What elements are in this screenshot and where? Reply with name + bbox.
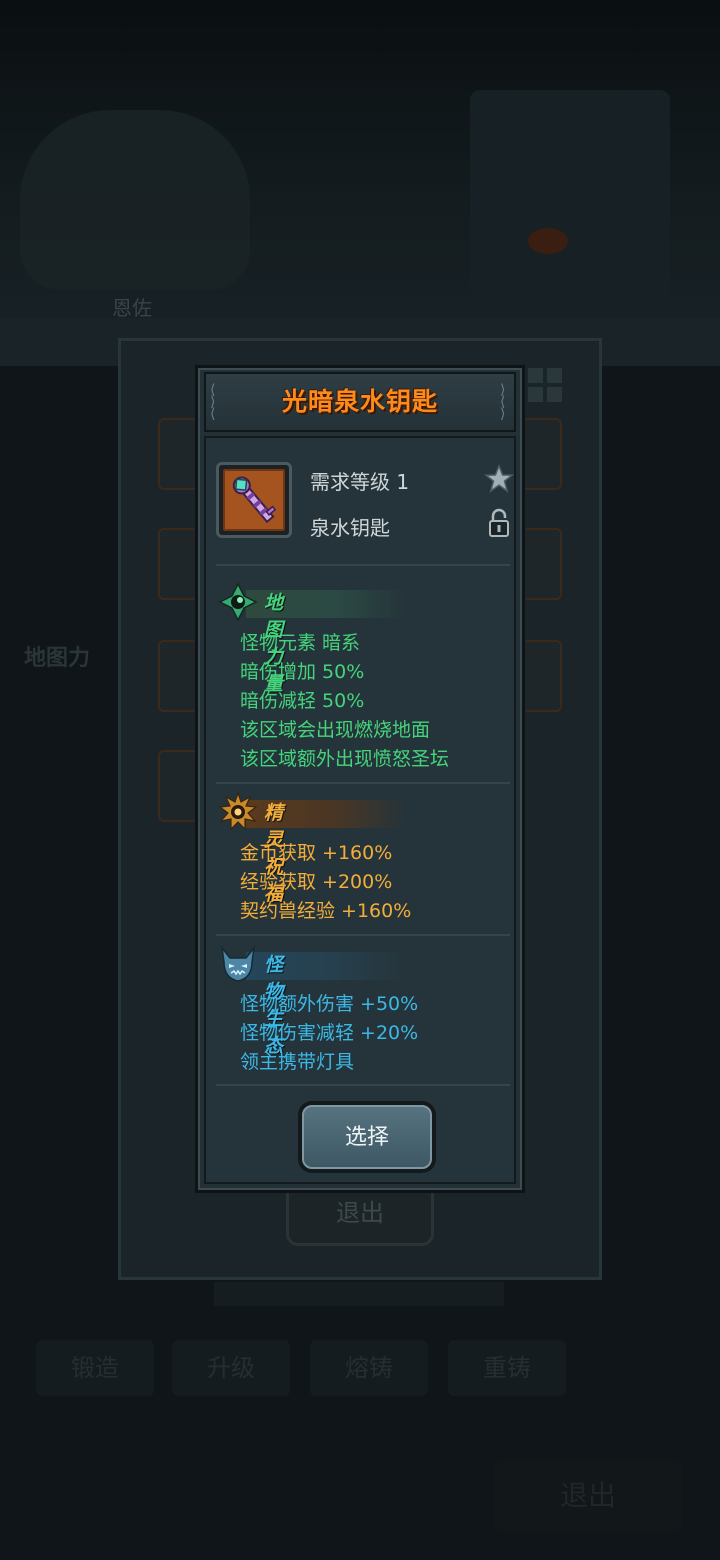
- background-tab: 锻造: [36, 1340, 154, 1396]
- fountain-key-icon: [232, 476, 277, 524]
- key-slot: [522, 640, 562, 712]
- background-tab: 重铸: [448, 1340, 566, 1396]
- divider: [216, 934, 510, 936]
- divider: [216, 564, 510, 566]
- grid-icon: [528, 368, 562, 402]
- stat-line: 暗伤增加 50%: [240, 661, 365, 683]
- key-slot: [158, 418, 198, 490]
- stat-line: 金币获取 +160%: [240, 842, 393, 864]
- key-slot: [158, 640, 198, 712]
- key-slot: [158, 528, 198, 600]
- map-power-icon: [218, 582, 258, 622]
- select-button[interactable]: 选择: [298, 1101, 436, 1173]
- divider: [216, 782, 510, 784]
- stat-line: 该区域额外出现愤怒圣坛: [240, 748, 450, 770]
- stat-line: 怪物额外伤害 +50%: [240, 993, 419, 1015]
- background-tab: 熔铸: [310, 1340, 428, 1396]
- demon-head-icon: [220, 945, 256, 982]
- dialog-body: 需求等级 1 泉水钥匙 地图力量 怪物元素 暗系 暗伤增加 50% 暗伤减轻 5…: [204, 436, 516, 1184]
- dialog-title: 光暗泉水钥匙: [281, 387, 438, 416]
- spirit-blessing-icon: [218, 792, 258, 831]
- stat-line: 该区域会出现燃烧地面: [240, 719, 431, 741]
- background-bottom-exit-button: 退出: [494, 1460, 682, 1532]
- stat-line: 经验获取 +200%: [240, 871, 393, 893]
- background-map-label: 地图力: [24, 646, 91, 671]
- background-bar: [214, 1282, 504, 1306]
- required-level: 需求等级 1: [310, 470, 410, 494]
- key-detail-dialog: ⟨ ⟩ ⟨ ⟩ ⟨ ⟩ 光暗泉水钥匙 需求等级 1 泉水钥匙 地图力量 怪物元素…: [195, 365, 525, 1193]
- item-icon-background: [223, 469, 285, 531]
- padlock-open-icon[interactable]: [488, 508, 510, 538]
- dialog-header: ⟨ ⟩ ⟨ ⟩ ⟨ ⟩ 光暗泉水钥匙: [204, 372, 516, 432]
- stat-line: 怪物元素 暗系: [240, 632, 361, 654]
- stat-line: 暗伤减轻 50%: [240, 690, 365, 712]
- npc-name: 恩佐: [112, 296, 152, 320]
- key-slot: [158, 750, 198, 822]
- key-slot: [522, 528, 562, 600]
- select-button-label[interactable]: 选择: [302, 1105, 432, 1169]
- item-icon-frame: [216, 462, 292, 538]
- background-scene: 恩佐: [0, 0, 720, 340]
- forge-fire: [528, 228, 568, 254]
- background-tab: 升级: [172, 1340, 290, 1396]
- star-icon[interactable]: [484, 464, 514, 494]
- key-slot: [522, 418, 562, 490]
- stat-line: 领主携带灯具: [240, 1051, 355, 1073]
- divider: [216, 1084, 510, 1086]
- stat-line: 契约兽经验 +160%: [240, 900, 412, 922]
- forge-machine: [470, 90, 670, 300]
- npc-portrait: [20, 110, 250, 290]
- stat-line: 怪物伤害减轻 +20%: [240, 1022, 419, 1044]
- item-name: 泉水钥匙: [310, 516, 390, 540]
